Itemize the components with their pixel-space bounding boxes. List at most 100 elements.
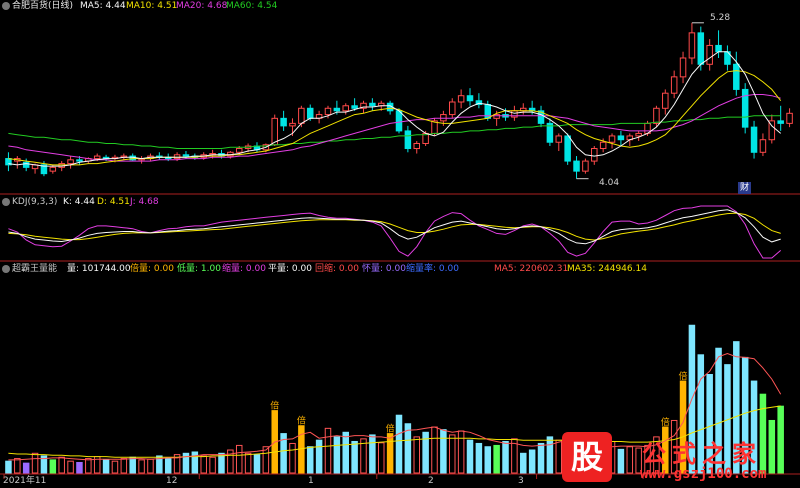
- x-tick-label: 2021年11: [3, 476, 47, 486]
- watermark-url: www.gszj100.com: [640, 466, 767, 482]
- volume-bar: [85, 458, 92, 474]
- bei-marker: 倍: [679, 370, 688, 382]
- ma10-label: MA10: 4.51: [126, 1, 178, 11]
- watermark-logo: 股: [562, 432, 612, 482]
- candle-body: [67, 159, 74, 165]
- volume-bar: [5, 460, 12, 474]
- volume-bar: [386, 433, 394, 474]
- candle-body: [333, 107, 341, 112]
- volume-bar: [49, 459, 57, 474]
- candle-body: [697, 32, 705, 65]
- candle-body: [280, 117, 287, 127]
- candle-body: [449, 101, 456, 116]
- kdj-panel[interactable]: [8, 205, 782, 259]
- candle-body: [662, 92, 669, 109]
- watermark-title: 公式之家: [642, 440, 762, 468]
- volume-bar: [102, 459, 110, 474]
- volume-label: 量: 101744.00: [67, 264, 131, 274]
- volume-bar: [164, 458, 172, 474]
- shrink-rate-label: 缩量率: 0.00: [406, 264, 459, 274]
- candle-body: [733, 63, 740, 90]
- candle-body: [324, 107, 332, 116]
- volume-bar: [457, 430, 465, 474]
- volume-bar: [502, 440, 509, 474]
- candle-body: [777, 120, 784, 124]
- bei-marker: 倍: [270, 400, 279, 412]
- volume-bar: [440, 429, 447, 474]
- volume-bar: [306, 446, 314, 474]
- stock-chart: 倍倍倍倍倍: [0, 22, 800, 479]
- volume-bar: [22, 462, 30, 474]
- panel-menu-icon[interactable]: [2, 2, 10, 10]
- ma5-label: MA5: 4.44: [80, 1, 126, 11]
- volume-bar: [413, 436, 421, 474]
- candle-body: [555, 135, 563, 143]
- candle-body: [49, 166, 57, 172]
- volume-bar: [342, 431, 349, 474]
- volume-bar: [377, 442, 385, 474]
- kdj-menu-icon[interactable]: [2, 198, 10, 206]
- candle-body: [599, 141, 607, 150]
- volume-bar: [129, 456, 136, 474]
- candle-body: [182, 154, 190, 157]
- price-panel[interactable]: [5, 22, 793, 180]
- volume-bar: [209, 456, 216, 474]
- volume-bar: [537, 442, 545, 474]
- volume-bar: [111, 460, 119, 474]
- volume-bar: [324, 427, 332, 474]
- flat-volume-label: 平量: 0.00: [268, 264, 312, 274]
- event-badge[interactable]: 财: [738, 182, 752, 194]
- candle-body: [369, 102, 376, 107]
- volume-bar: [138, 459, 145, 474]
- kdj-d-line: [8, 212, 781, 241]
- bei-marker: 倍: [661, 416, 670, 428]
- candle-body: [564, 135, 571, 162]
- volume-bar: [120, 458, 128, 474]
- stock-title: 合肥百货(日线): [12, 1, 74, 11]
- candle-body: [404, 130, 412, 150]
- volume-bar: [520, 452, 527, 474]
- volume-bar: [76, 461, 83, 474]
- volume-menu-icon[interactable]: [2, 265, 10, 273]
- candle-body: [306, 107, 314, 119]
- ma60-line: [8, 115, 781, 149]
- pullback-volume-label: 回缩: 0.00: [315, 264, 359, 274]
- bei-volume-label: 倍量: 0.00: [130, 264, 174, 274]
- volume-bar: [235, 444, 243, 474]
- x-tick-label: 3: [518, 476, 524, 486]
- candle-body: [706, 44, 713, 65]
- volume-bar: [147, 458, 154, 474]
- candle-body: [635, 132, 642, 137]
- ma60-label: MA60: 4.54: [226, 1, 278, 11]
- candle-body: [670, 76, 678, 94]
- low-volume-label: 低量: 1.00: [177, 264, 221, 274]
- candle-body: [688, 32, 696, 59]
- candle-body: [679, 57, 687, 78]
- volume-bar: [449, 434, 456, 474]
- volume-bar: [58, 456, 65, 474]
- volume-bar: [546, 436, 554, 474]
- volume-bar: [466, 439, 474, 474]
- candle-body: [759, 139, 767, 153]
- candle-body: [608, 135, 616, 143]
- candle-body: [493, 114, 500, 119]
- volume-bar: [493, 444, 500, 474]
- kdj-d-label: D: 4.51: [97, 197, 130, 207]
- candle-body: [466, 95, 474, 102]
- volume-bar: [31, 452, 39, 474]
- kdj-j-label: J: 4.68: [130, 197, 159, 207]
- candle-body: [617, 135, 625, 141]
- volume-bar: [289, 442, 296, 474]
- candle-body: [750, 126, 758, 153]
- volume-bar: [333, 436, 341, 474]
- candle-body: [76, 159, 83, 162]
- site-watermark: 股 公式之家 www.gszj100.com: [556, 430, 800, 488]
- volume-bar: [14, 458, 21, 474]
- volume-bar: [484, 446, 492, 474]
- candle-body: [351, 105, 358, 109]
- volume-ma5-label: MA5: 220602.31: [494, 264, 569, 274]
- candle-body: [235, 148, 243, 153]
- candle-body: [173, 154, 181, 160]
- ma20-label: MA20: 4.68: [176, 1, 228, 11]
- x-tick-label: 12: [166, 476, 178, 486]
